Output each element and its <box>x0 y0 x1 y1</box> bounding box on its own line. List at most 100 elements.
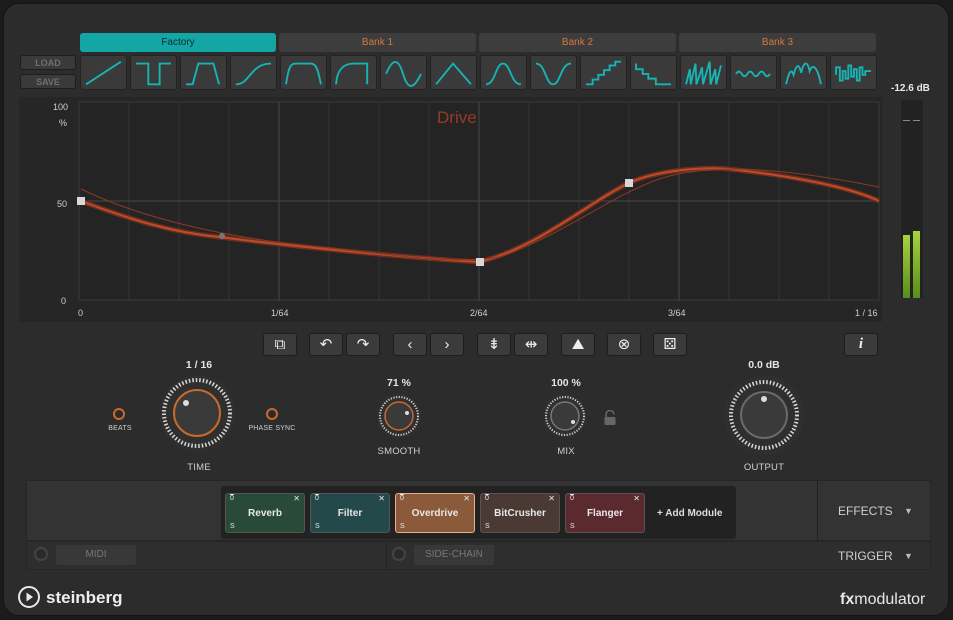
smooth-value: 71 % <box>387 377 411 389</box>
close-icon[interactable]: ✕ <box>463 495 470 503</box>
y-tick-0: 0 <box>61 296 67 306</box>
preset-wave-small-icon[interactable] <box>730 55 777 90</box>
close-icon[interactable]: ✕ <box>633 495 640 503</box>
tab-factory[interactable]: Factory <box>80 33 276 52</box>
module-bitcrusher[interactable]: 0 ✕ BitCrusher S <box>480 493 560 533</box>
preset-square-icon[interactable] <box>130 55 177 90</box>
midi-button[interactable]: MIDI <box>56 545 136 565</box>
module-filter[interactable]: 0 ✕ Filter S <box>310 493 390 533</box>
time-label: TIME <box>187 462 211 473</box>
effects-dropdown[interactable]: EFFECTS <box>838 504 893 518</box>
module-reverb[interactable]: 0 ✕ Reverb S <box>225 493 305 533</box>
preset-random-pulse-icon[interactable] <box>830 55 877 90</box>
module-label: Reverb <box>248 508 282 519</box>
param-name: Drive <box>437 108 477 127</box>
y-unit: % <box>59 118 68 128</box>
preset-s-curve-icon[interactable] <box>230 55 277 90</box>
chevron-left-icon: ‹ <box>407 336 413 353</box>
phase-sync-label: PHASE SYNC <box>248 425 296 432</box>
meter-readout: -12.6 dB <box>891 83 930 94</box>
preset-plateau-icon[interactable] <box>330 55 377 90</box>
meter-right-bar <box>913 230 920 298</box>
close-icon[interactable]: ✕ <box>293 495 300 503</box>
slot-mark-top: 0 <box>570 495 574 502</box>
undo-button[interactable]: ↶ <box>309 333 343 356</box>
module-flanger[interactable]: 0 ✕ Flanger S <box>565 493 645 533</box>
copy-button[interactable]: ⧉ <box>263 333 297 356</box>
slot-mark-top: 0 <box>315 495 319 502</box>
slot-mark-solo[interactable]: S <box>570 523 575 531</box>
lock-icon[interactable] <box>603 409 617 426</box>
midi-toggle[interactable] <box>34 547 48 561</box>
phase-sync-radio[interactable] <box>266 408 278 420</box>
module-label: Overdrive <box>411 508 459 519</box>
mix-knob[interactable] <box>542 393 588 439</box>
load-button[interactable]: LOAD <box>20 55 76 70</box>
x-tick-0: 0 <box>78 308 84 318</box>
close-icon[interactable]: ✕ <box>378 495 385 503</box>
smooth-label: SMOOTH <box>377 446 421 457</box>
module-label: Filter <box>337 508 363 519</box>
x-tick-2-64: 2/64 <box>470 308 488 318</box>
time-knob[interactable] <box>157 373 237 453</box>
smooth-knob[interactable] <box>376 393 422 439</box>
module-overdrive[interactable]: 0 ✕ Overdrive S <box>395 493 475 533</box>
mix-label: MIX <box>557 446 575 457</box>
slot-mark-solo[interactable]: S <box>230 523 235 531</box>
x-tick-3-64: 3/64 <box>668 308 686 318</box>
invert-icon: ⛰ <box>571 336 585 353</box>
tab-bank-3[interactable]: Bank 3 <box>679 33 876 52</box>
slot-mark-solo[interactable]: S <box>485 523 490 531</box>
preset-sine-icon[interactable] <box>380 55 427 90</box>
module-label: BitCrusher <box>494 508 546 519</box>
random-button[interactable]: ⚄ <box>653 333 687 356</box>
plugin-window: LOAD SAVE Factory Bank 1 Bank 2 Bank 3 D… <box>3 3 949 616</box>
preset-ramp-up-icon[interactable] <box>80 55 127 90</box>
preset-trapezoid-round-icon[interactable] <box>280 55 327 90</box>
chevron-down-icon[interactable]: ▼ <box>904 551 913 561</box>
sidechain-toggle[interactable] <box>392 547 406 561</box>
next-button[interactable]: › <box>430 333 464 356</box>
clear-icon: ⊗ <box>617 336 631 353</box>
output-value: 0.0 dB <box>748 359 780 371</box>
undo-icon: ↶ <box>319 336 333 353</box>
preset-steps-down-icon[interactable] <box>630 55 677 90</box>
meter-left-bar <box>903 234 910 298</box>
preset-bell-icon[interactable] <box>480 55 527 90</box>
brand-name: steinberg <box>46 588 123 607</box>
invert-button[interactable]: ⛰ <box>561 333 595 356</box>
redo-icon: ↷ <box>356 336 370 353</box>
preset-saw-burst-icon[interactable] <box>680 55 727 90</box>
save-button[interactable]: SAVE <box>20 74 76 89</box>
beats-radio[interactable] <box>113 408 125 420</box>
steinberg-logo-icon <box>18 586 40 608</box>
module-label: Flanger <box>586 508 624 519</box>
preset-inverted-bell-icon[interactable] <box>530 55 577 90</box>
close-icon[interactable]: ✕ <box>548 495 555 503</box>
redo-button[interactable]: ↷ <box>346 333 380 356</box>
x-tick-1-16: 1 / 16 <box>855 308 878 318</box>
product-name: fxmodulator <box>840 591 926 608</box>
preset-trapezoid-icon[interactable] <box>180 55 227 90</box>
preset-stairs-icon[interactable] <box>580 55 627 90</box>
sidechain-button[interactable]: SIDE-CHAIN <box>414 545 494 565</box>
prev-button[interactable]: ‹ <box>393 333 427 356</box>
slot-mark-top: 0 <box>400 495 404 502</box>
slot-mark-top: 0 <box>485 495 489 502</box>
expand-button[interactable]: ⇹ <box>514 333 548 356</box>
chevron-down-icon[interactable]: ▼ <box>904 506 913 516</box>
preset-triangle-icon[interactable] <box>430 55 477 90</box>
clear-button[interactable]: ⊗ <box>607 333 641 356</box>
slot-mark-solo[interactable]: S <box>315 523 320 531</box>
tab-bank-1[interactable]: Bank 1 <box>279 33 476 52</box>
compress-button[interactable]: ⇟ <box>477 333 511 356</box>
slot-mark-solo[interactable]: S <box>400 523 405 531</box>
trigger-dropdown[interactable]: TRIGGER <box>838 549 893 563</box>
add-module-button[interactable]: + Add Module <box>657 508 722 519</box>
output-knob[interactable] <box>722 373 806 457</box>
output-label: OUTPUT <box>743 462 785 473</box>
preset-bumps-icon[interactable] <box>780 55 827 90</box>
tab-bank-2[interactable]: Bank 2 <box>479 33 676 52</box>
modulation-graph[interactable]: Drive 100 % 50 0 0 1/64 2/64 3/64 1 / 16 <box>19 97 882 322</box>
info-button[interactable]: i <box>844 333 878 356</box>
